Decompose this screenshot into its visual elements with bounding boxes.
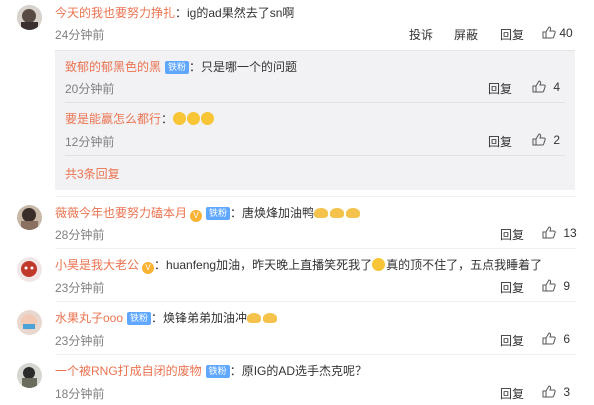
like-button[interactable]: 9 (542, 279, 570, 293)
comment-text: ：ig的ad果然去了sn啊 (175, 6, 295, 20)
more-replies-link[interactable]: 共3条回复 (65, 165, 120, 182)
timestamp: 18分钟前 (55, 387, 105, 401)
like-count: 13 (563, 226, 577, 240)
flex-emoji-icon (314, 208, 329, 218)
block-button[interactable]: 屏蔽 (454, 26, 478, 43)
fan-badge: 铁粉 (165, 61, 190, 74)
reply-2-line: 要是能赢怎么都行： (65, 110, 215, 127)
comment-5-line: 一个被RNG打成自闭的废物 铁粉 ：原IG的AD选手杰克呢？ (55, 362, 367, 379)
username[interactable]: 一个被RNG打成自闭的废物 (55, 364, 202, 378)
comment-text: ：唐焕烽加油鸭 (230, 206, 315, 220)
like-count: 4 (553, 80, 561, 94)
timestamp: 24分钟前 (55, 28, 105, 42)
laugh-emoji-icon (372, 258, 386, 271)
avatar[interactable] (17, 310, 42, 335)
username[interactable]: 今天的我也要努力挣扎 (55, 6, 175, 20)
comment-text: ：焕锋弟弟加油冲 (151, 311, 248, 325)
comment-text: ：原IG的AD选手杰克呢？ (229, 364, 368, 378)
username[interactable]: 薇薇今年也要努力磕本月 (55, 206, 187, 220)
reply-text: ：只是哪一个的问题 (189, 60, 298, 74)
thumb-up-icon (532, 133, 546, 146)
avatar[interactable] (17, 5, 42, 30)
like-count: 6 (563, 332, 571, 346)
timestamp: 20分钟前 (65, 82, 115, 96)
thumb-up-icon (542, 385, 556, 398)
reply-button[interactable]: 回复 (500, 332, 524, 349)
thumb-up-icon (542, 279, 556, 292)
like-button[interactable]: 4 (532, 80, 560, 94)
divider (55, 301, 576, 302)
laugh-emoji-icon (187, 112, 201, 125)
reply-1-line: 致郁的郁黑色的黑 铁粉 ：只是哪一个的问题 (65, 58, 297, 75)
reply-text: ： (161, 112, 174, 126)
reply-button[interactable]: 回复 (500, 226, 524, 243)
like-button[interactable]: 6 (542, 332, 570, 346)
thumb-up-icon (542, 26, 556, 39)
divider (65, 102, 565, 103)
divider (55, 248, 576, 249)
divider (55, 196, 576, 197)
divider (55, 50, 575, 51)
comment-2-line: 薇薇今年也要努力磕本月 V 铁粉 ：唐焕烽加油鸭 (55, 204, 362, 222)
comment-text: ：huanfeng加油，昨天晚上直播笑死我了 (154, 258, 373, 272)
reply-button[interactable]: 回复 (488, 80, 512, 97)
comment-4-line: 水果丸子ooo 铁粉 ：焕锋弟弟加油冲 (55, 309, 279, 326)
vip-icon: V (142, 262, 155, 274)
timestamp: 28分钟前 (55, 228, 105, 242)
username[interactable]: 要是能赢怎么都行 (65, 112, 161, 126)
report-button[interactable]: 投诉 (409, 26, 433, 43)
like-count: 40 (559, 26, 573, 40)
like-button[interactable]: 3 (542, 385, 570, 399)
reply-button[interactable]: 回复 (500, 26, 524, 43)
thumb-up-icon (542, 332, 556, 345)
username[interactable]: 水果丸子ooo (55, 311, 123, 325)
laugh-emoji-icon (173, 112, 187, 125)
vip-icon: V (190, 210, 203, 222)
username[interactable]: 小昊是我大老公 (55, 258, 139, 272)
flex-emoji-icon (330, 208, 345, 218)
thumb-up-icon (542, 226, 556, 239)
like-button[interactable]: 13 (542, 226, 577, 240)
like-button[interactable]: 40 (542, 26, 573, 40)
avatar[interactable] (17, 363, 42, 388)
comment-1-line: 今天的我也要努力挣扎：ig的ad果然去了sn啊 (55, 4, 294, 21)
avatar[interactable] (17, 257, 42, 282)
flex-emoji-icon (247, 313, 262, 323)
fan-badge: 铁粉 (205, 365, 230, 378)
divider (65, 155, 565, 156)
reply-button[interactable]: 回复 (500, 279, 524, 296)
comment-3-line: 小昊是我大老公 V ：huanfeng加油，昨天晚上直播笑死我了 真的顶不住了，五点我… (55, 256, 542, 274)
fan-badge: 铁粉 (127, 312, 152, 325)
fan-badge: 铁粉 (206, 207, 231, 220)
timestamp: 23分钟前 (55, 281, 105, 295)
username[interactable]: 致郁的郁黑色的黑 (65, 60, 161, 74)
timestamp: 12分钟前 (65, 135, 115, 149)
comment-text-continued: 真的顶不住了，五点我睡着了 (386, 258, 543, 272)
flex-emoji-icon (263, 313, 278, 323)
like-count: 2 (553, 133, 561, 147)
like-count: 3 (563, 385, 571, 399)
laugh-emoji-icon (201, 112, 215, 125)
timestamp: 23分钟前 (55, 334, 105, 348)
flex-emoji-icon (346, 208, 361, 218)
reply-button[interactable]: 回复 (500, 385, 524, 402)
like-count: 9 (563, 279, 571, 293)
thumb-up-icon (532, 80, 546, 93)
divider (55, 354, 576, 355)
reply-button[interactable]: 回复 (488, 133, 512, 150)
avatar[interactable] (17, 205, 42, 230)
like-button[interactable]: 2 (532, 133, 560, 147)
